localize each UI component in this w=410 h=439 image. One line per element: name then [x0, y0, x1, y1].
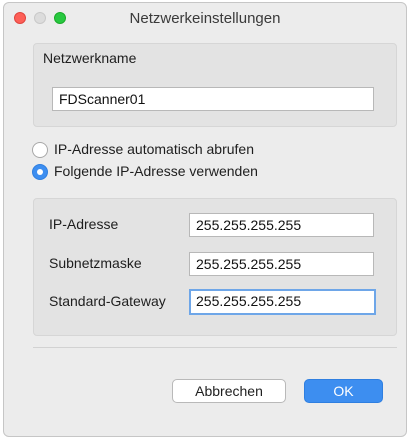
window-title: Netzwerkeinstellungen [129, 10, 281, 27]
divider [33, 347, 397, 348]
gateway-field[interactable]: 255.255.255.255 [189, 289, 376, 315]
network-name-label: Netzwerkname [43, 50, 137, 66]
title-bar: Netzwerkeinstellungen [4, 3, 406, 33]
radio-button-selected[interactable] [32, 164, 48, 180]
cancel-button[interactable]: Abbrechen [172, 379, 286, 403]
subnet-mask-field[interactable]: 255.255.255.255 [189, 252, 374, 276]
ip-settings-group: IP-Adresse 255.255.255.255 Subnetzmaske … [33, 198, 397, 336]
radio-manual-ip-label: Folgende IP-Adresse verwenden [54, 163, 258, 179]
network-settings-dialog: Netzwerkeinstellungen Netzwerkname FDSca… [3, 2, 407, 437]
radio-button-unselected[interactable] [32, 142, 48, 158]
radio-auto-ip-label: IP-Adresse automatisch abrufen [54, 141, 254, 157]
network-name-group: Netzwerkname FDScanner01 [33, 43, 397, 127]
gateway-label: Standard-Gateway [49, 293, 166, 309]
network-name-field[interactable]: FDScanner01 [52, 87, 374, 111]
ip-address-label: IP-Adresse [49, 216, 119, 232]
ok-button[interactable]: OK [304, 379, 383, 403]
ip-address-field[interactable]: 255.255.255.255 [189, 213, 374, 237]
subnet-mask-label: Subnetzmaske [49, 255, 142, 271]
